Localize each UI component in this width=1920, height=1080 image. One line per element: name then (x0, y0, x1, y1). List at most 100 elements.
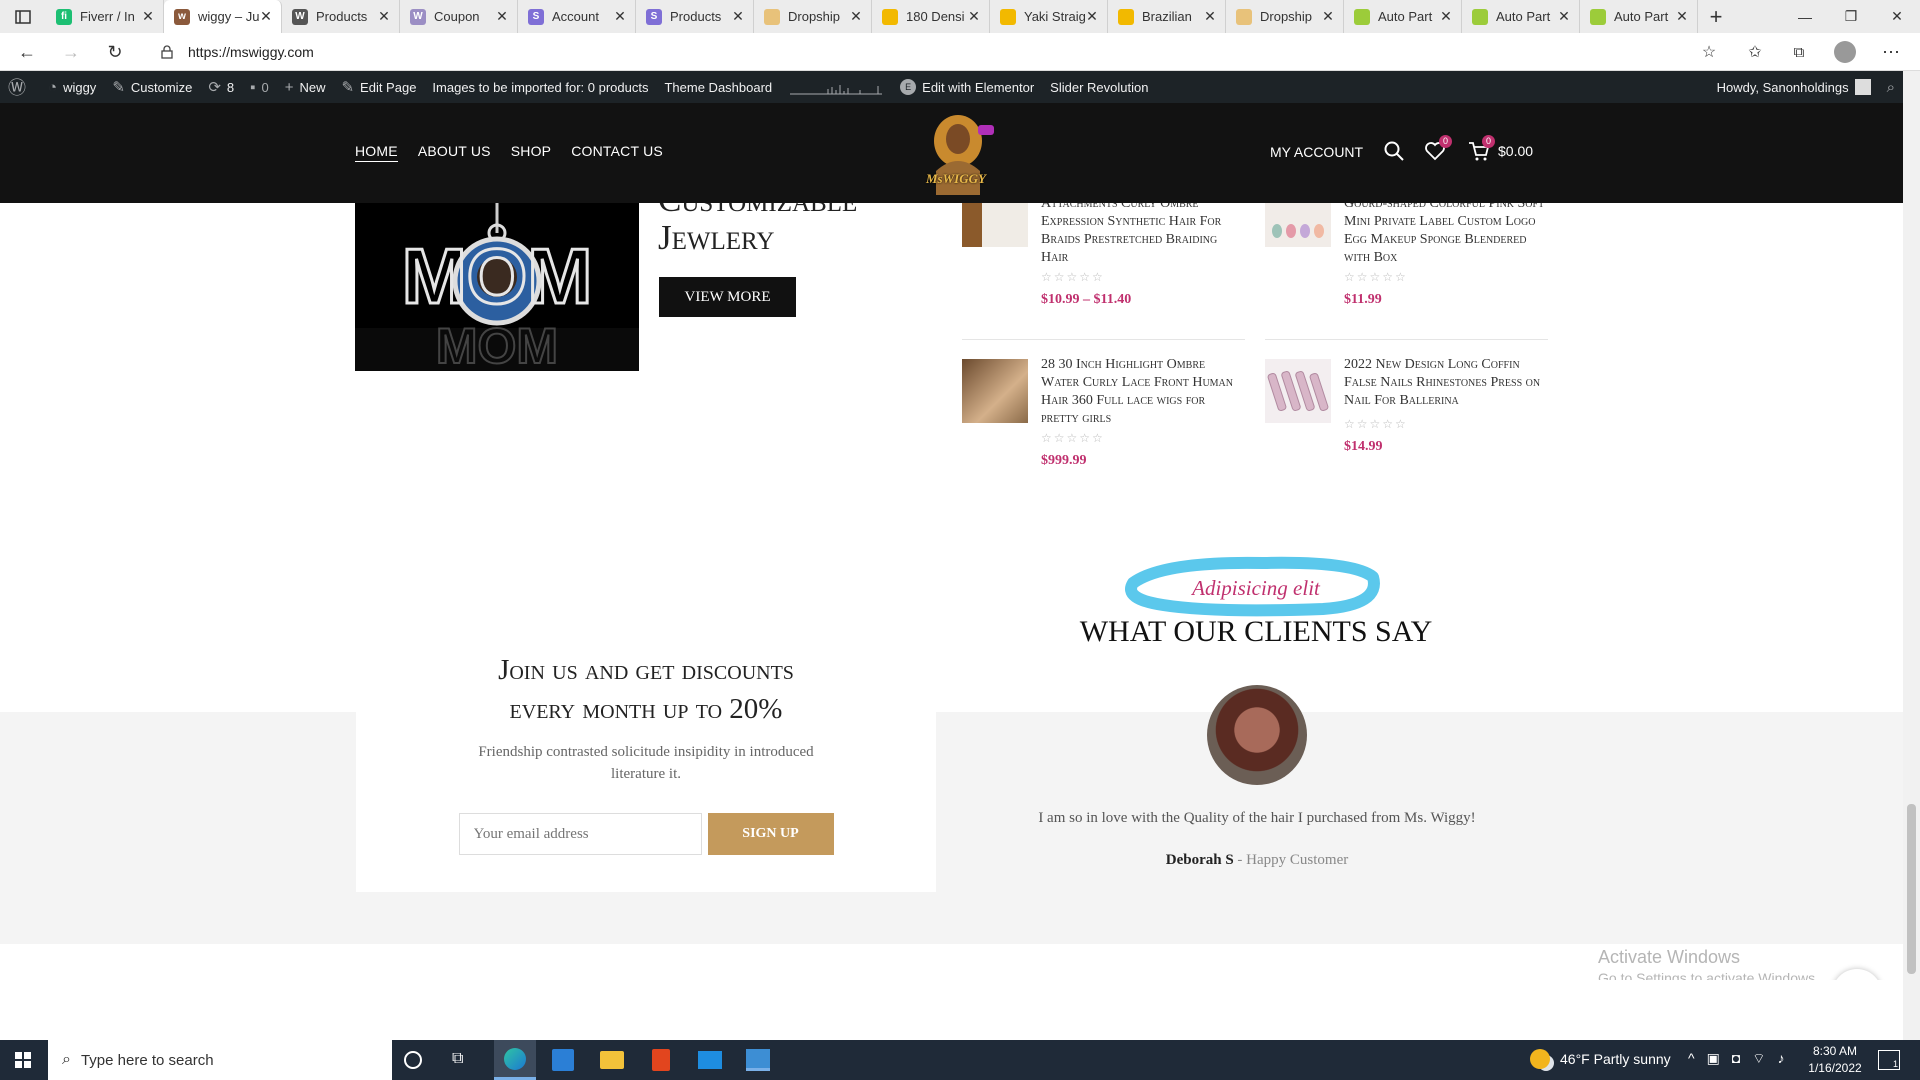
new-tab-button[interactable]: + (1698, 0, 1734, 33)
query-monitor-graph[interactable] (780, 71, 892, 103)
restore-button[interactable]: ❐ (1828, 0, 1874, 33)
site-name-menu[interactable]: ◔ wiggy (40, 71, 104, 103)
close-tab-icon[interactable]: ✕ (377, 8, 391, 25)
product-title[interactable]: Attachments Curly Ombre Expression Synth… (1041, 203, 1246, 267)
browser-tab[interactable]: W Coupon ✕ (400, 0, 518, 33)
sign-up-button[interactable]: SIGN UP (707, 813, 834, 855)
browser-tab[interactable]: Auto Part ✕ (1580, 0, 1698, 33)
nav-home[interactable]: HOME (355, 143, 398, 162)
task-view-button[interactable]: ⧉ (452, 1050, 463, 1068)
close-tab-icon[interactable]: ✕ (1321, 8, 1335, 25)
back-button[interactable]: ← (14, 39, 40, 65)
wifi-icon[interactable]: ⌔ (1752, 1050, 1765, 1068)
nav-contact-us[interactable]: CONTACT US (571, 143, 663, 162)
close-tab-icon[interactable]: ✕ (141, 8, 155, 25)
customize-link[interactable]: ✎ Customize (104, 71, 200, 103)
notification-center-button[interactable]: 1 (1878, 1050, 1900, 1070)
product-title[interactable]: Gourd-shaped Colorful Pink Soft Mini Pri… (1344, 203, 1549, 267)
file-explorer-taskbar-app[interactable] (600, 1051, 624, 1069)
show-hidden-icons-button[interactable]: ^ (1688, 1050, 1695, 1068)
product-card[interactable]: Attachments Curly Ombre Expression Synth… (962, 203, 1245, 325)
minimize-button[interactable]: — (1782, 0, 1828, 33)
close-tab-icon[interactable]: ✕ (1439, 8, 1453, 25)
browser-tab[interactable]: fi Fiverr / In ✕ (46, 0, 164, 33)
nav-shop[interactable]: SHOP (511, 143, 551, 162)
browser-tab[interactable]: S Account ✕ (518, 0, 636, 33)
cortana-button[interactable] (404, 1051, 422, 1069)
wp-logo-menu[interactable]: Ⓦ (0, 71, 40, 103)
browser-tab[interactable]: Yaki Straig ✕ (990, 0, 1108, 33)
mail-taskbar-app[interactable] (698, 1051, 722, 1069)
new-content-menu[interactable]: + New (277, 71, 334, 103)
address-bar[interactable]: https://mswiggy.com (150, 38, 1710, 66)
camera-icon[interactable]: ◘ (1732, 1050, 1740, 1068)
view-more-button[interactable]: VIEW MORE (659, 277, 796, 317)
tab-actions-button[interactable] (0, 0, 46, 33)
close-window-button[interactable]: ✕ (1874, 0, 1920, 33)
nav-about-us[interactable]: ABOUT US (418, 143, 491, 162)
product-title[interactable]: 28 30 Inch Highlight Ombre Water Curly L… (1041, 356, 1246, 428)
browser-tab[interactable]: Brazilian ✕ (1108, 0, 1226, 33)
close-tab-icon[interactable]: ✕ (613, 8, 627, 25)
product-card[interactable]: Gourd-shaped Colorful Pink Soft Mini Pri… (1265, 203, 1548, 325)
comments-link[interactable]: ▪ 0 (242, 71, 277, 103)
updates-link[interactable]: ⟳ 8 (200, 71, 242, 103)
wishlist-button[interactable]: 0 (1424, 135, 1452, 166)
taskbar-search[interactable]: ⌕ Type here to search (48, 1040, 392, 1080)
my-account-link[interactable]: MY ACCOUNT (1270, 144, 1363, 160)
scroll-to-top-button[interactable] (1832, 969, 1882, 980)
product-card[interactable]: 2022 New Design Long Coffin False Nails … (1265, 356, 1548, 486)
import-notice-link[interactable]: Images to be imported for: 0 products (424, 71, 656, 103)
forward-button[interactable]: → (58, 39, 84, 65)
profile-button[interactable] (1832, 39, 1858, 65)
photos-taskbar-app[interactable] (746, 1049, 770, 1071)
favorite-button[interactable]: ☆ (1696, 39, 1722, 65)
store-taskbar-app[interactable] (552, 1049, 574, 1071)
close-tab-icon[interactable]: ✕ (259, 8, 273, 25)
volume-icon[interactable]: ♪ (1777, 1050, 1784, 1068)
browser-tab[interactable]: Auto Part ✕ (1344, 0, 1462, 33)
page-scrollbar[interactable] (1903, 71, 1920, 1040)
product-thumbnail[interactable] (962, 359, 1028, 423)
clock[interactable]: 8:30 AM 1/16/2022 (1800, 1043, 1870, 1077)
browser-tab[interactable]: W Products ✕ (282, 0, 400, 33)
close-tab-icon[interactable]: ✕ (495, 8, 509, 25)
browser-tab[interactable]: S Products ✕ (636, 0, 754, 33)
close-tab-icon[interactable]: ✕ (731, 8, 745, 25)
elementor-link[interactable]: E Edit with Elementor (892, 71, 1042, 103)
scrollbar-thumb[interactable] (1907, 804, 1916, 974)
promo-image[interactable]: MOM MOM (355, 203, 639, 371)
close-tab-icon[interactable]: ✕ (1675, 8, 1689, 25)
theme-dashboard-link[interactable]: Theme Dashboard (656, 71, 780, 103)
close-tab-icon[interactable]: ✕ (1085, 8, 1099, 25)
close-tab-icon[interactable]: ✕ (849, 8, 863, 25)
refresh-button[interactable]: ↻ (102, 39, 128, 65)
browser-tab[interactable]: w wiggy – Ju ✕ (164, 0, 282, 33)
close-tab-icon[interactable]: ✕ (1203, 8, 1217, 25)
browser-tab[interactable]: 180 Densi ✕ (872, 0, 990, 33)
weather-widget[interactable]: 46°F Partly sunny (1530, 1049, 1671, 1069)
edit-page-link[interactable]: ✎ Edit Page (333, 71, 424, 103)
settings-menu-button[interactable]: ⋯ (1878, 39, 1904, 65)
edge-taskbar-app[interactable] (494, 1040, 536, 1080)
collections-button[interactable]: ⧉ (1786, 39, 1812, 65)
meet-now-icon[interactable]: ▣ (1707, 1050, 1720, 1068)
slider-revolution-link[interactable]: Slider Revolution (1042, 71, 1156, 103)
header-search-button[interactable] (1384, 141, 1404, 166)
product-thumbnail[interactable] (1265, 203, 1331, 247)
cart-button[interactable]: 0 $0.00 (1468, 135, 1533, 161)
product-thumbnail[interactable] (1265, 359, 1331, 423)
browser-tab[interactable]: Dropship ✕ (754, 0, 872, 33)
favorites-button[interactable]: ✩ (1742, 39, 1768, 65)
product-card[interactable]: 28 30 Inch Highlight Ombre Water Curly L… (962, 356, 1245, 486)
close-tab-icon[interactable]: ✕ (1557, 8, 1571, 25)
email-input[interactable] (458, 813, 702, 855)
product-title[interactable]: 2022 New Design Long Coffin False Nails … (1344, 356, 1549, 410)
browser-tab[interactable]: Auto Part ✕ (1462, 0, 1580, 33)
start-button[interactable] (0, 1040, 46, 1080)
browser-tab[interactable]: Dropship ✕ (1226, 0, 1344, 33)
office-taskbar-app[interactable] (652, 1049, 670, 1071)
site-logo[interactable]: MsWIGGY (918, 111, 1010, 195)
product-thumbnail[interactable] (962, 203, 1028, 247)
admin-search-button[interactable]: ⌕ (1879, 71, 1903, 103)
